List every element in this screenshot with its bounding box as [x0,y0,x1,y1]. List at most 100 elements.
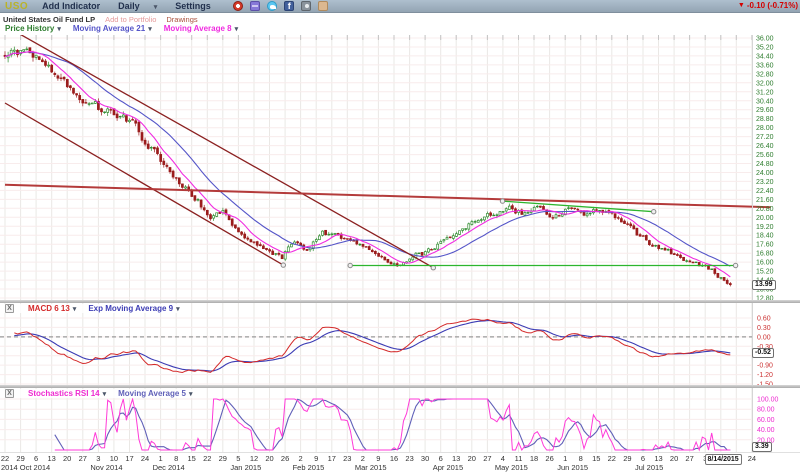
chevron-down-icon: ▾ [148,25,152,33]
symbol-row: United States Oil Fund LP Add to Portfol… [0,14,800,24]
period-label: Daily [118,1,140,11]
chevron-down-icon: ▾ [103,390,107,398]
price-axis-label: 22.40 [756,188,774,195]
date-tick-label: 9 [370,454,386,463]
chevron-down-icon: ▾ [57,25,61,33]
macd-value-box: -0.52 [752,348,774,358]
price-axis-label: 28.80 [756,116,774,123]
date-tick-label: 10 [106,454,122,463]
price-axis-label: 24.00 [756,170,774,177]
stoch-legend-item-0[interactable]: Stochastics RSI 14▾ [28,389,106,398]
price-axis-label: 26.40 [756,143,774,150]
last-price-box: 13.99 [752,280,776,290]
date-tick-label: 8 [168,454,184,463]
macd-axis-label: 0.00 [757,334,771,341]
date-axis: 2229613202731017241815222951220262917232… [0,452,800,472]
month-label: May 2015 [495,463,528,472]
date-tick-label: 20 [464,454,480,463]
date-tick-label: 17 [324,454,340,463]
month-label: Dec 2014 [153,463,185,472]
date-tick-label: 26 [542,454,558,463]
facebook-icon[interactable] [284,1,294,11]
cursor-date-box: 8/14/2015 [705,454,742,465]
date-tick-label: 6 [28,454,44,463]
date-tick-label: 27 [479,454,495,463]
stoch-axis-label: 40.00 [757,427,775,434]
price-axis-label: 36.00 [756,36,774,43]
date-tick-label: 23 [339,454,355,463]
chevron-down-icon: ▾ [176,305,180,313]
price-axis-label: 33.60 [756,62,774,69]
month-label: Feb 2015 [293,463,325,472]
price-axis-label: 27.20 [756,134,774,141]
price-legend-item-0[interactable]: Price History▾ [5,24,61,33]
price-axis-label: 16.00 [756,260,774,267]
macd-legend-item-1[interactable]: Exp Moving Average 9▾ [88,304,179,313]
add-to-portfolio-link[interactable]: Add to Portfolio [105,15,156,24]
date-tick-label: 24 [744,454,760,463]
stoch-pane-legend: X Stochastics RSI 14▾ Moving Average 5▾ [1,389,197,398]
price-axis-label: 17.60 [756,242,774,249]
price-axis-label: 34.40 [756,53,774,60]
price-chart[interactable]: 36.0035.2034.4033.6032.8032.0031.2030.40… [0,35,800,300]
date-tick-label: 20 [666,454,682,463]
price-legend-item-2[interactable]: Moving Average 8▾ [164,24,238,33]
month-label: Jan 2015 [230,463,261,472]
symbol-full-name: United States Oil Fund LP [3,15,95,24]
date-tick-label: 26 [277,454,293,463]
price-legend-item-1[interactable]: Moving Average 21▾ [73,24,152,33]
twitter-icon[interactable] [267,1,277,11]
camera-icon[interactable] [301,1,311,11]
date-tick-label: 23 [402,454,418,463]
date-tick-label: 13 [448,454,464,463]
price-axis-label: 18.40 [756,233,774,240]
legend-label: Stochastics RSI 14 [28,389,100,398]
period-dropdown[interactable]: Daily▾ [118,1,157,11]
macd-chart[interactable]: 0.600.300.00-0.30-0.90-1.20-1.50 [0,303,800,385]
macd-axis-label: -1.20 [757,372,773,379]
drawings-link[interactable]: Drawings [166,15,197,24]
date-tick-label: 8 [573,454,589,463]
price-axis-label: 31.20 [756,89,774,96]
main-toolbar: USO Add Indicator Daily▾ Settings ▼-0.10… [0,0,800,13]
chart-app-window: USO Add Indicator Daily▾ Settings ▼-0.10… [0,0,800,472]
date-tick-label: 6 [433,454,449,463]
stoch-legend-item-1[interactable]: Moving Average 5▾ [118,389,192,398]
date-tick-label: 4 [495,454,511,463]
price-change-badge: ▼-0.10 (-0.71%) [738,1,798,10]
date-tick-label: 17 [122,454,138,463]
stoch-close-button[interactable]: X [5,389,14,398]
price-axis-label: 20.80 [756,206,774,213]
macd-close-button[interactable]: X [5,304,14,313]
alarm-icon[interactable] [233,1,243,11]
macd-axis-label: -0.90 [757,363,773,370]
stoch-value-box: 3.39 [752,442,772,452]
date-tick-label: 18 [526,454,542,463]
legend-label: MACD 6 13 [28,304,70,313]
toolbar-icons [233,1,328,11]
date-tick-label: 2 [293,454,309,463]
share-icon[interactable] [318,1,328,11]
month-label: Mar 2015 [355,463,387,472]
settings-button[interactable]: Settings [175,1,211,11]
month-label: 2014 Oct 2014 [1,463,50,472]
price-axis-label: 15.20 [756,269,774,276]
price-axis-label: 30.40 [756,98,774,105]
date-tick-label: 13 [651,454,667,463]
legend-label: Moving Average 8 [164,24,232,33]
macd-legend-item-0[interactable]: MACD 6 13▾ [28,304,76,313]
price-axis-label: 32.00 [756,80,774,87]
stoch-axis-label: 80.00 [757,407,775,414]
symbol-ticker[interactable]: USO [5,1,28,12]
month-label: Jul 2015 [635,463,663,472]
month-label: Nov 2014 [90,463,122,472]
date-tick-label: 29 [215,454,231,463]
date-tick-label: 9 [308,454,324,463]
price-axis-label: 23.20 [756,179,774,186]
package-icon[interactable] [250,1,260,11]
stoch-axis-label: 100.00 [757,397,779,404]
add-indicator-button[interactable]: Add Indicator [42,1,100,11]
chevron-down-icon: ▾ [235,25,239,33]
date-tick-label: 27 [682,454,698,463]
price-axis-label: 21.60 [756,197,774,204]
